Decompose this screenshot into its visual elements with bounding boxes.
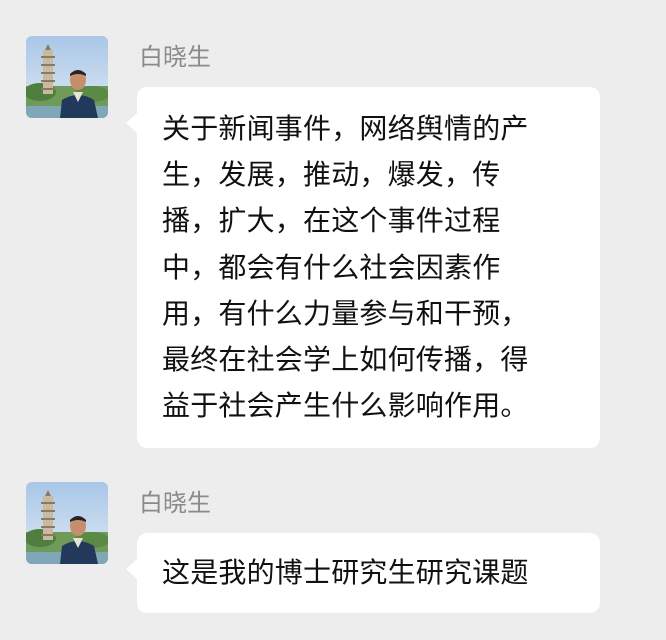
bubble-tail bbox=[126, 113, 137, 133]
message-text-line: 关于新闻事件，网络舆情的产 bbox=[162, 112, 529, 145]
sender-name: 白晓生 bbox=[139, 43, 211, 71]
message-bubble[interactable]: 这是我的博士研究生研究课题 bbox=[126, 533, 600, 613]
message-text-line: 生，发展，推动，爆发，传 bbox=[162, 158, 501, 192]
message-text-line: 中，都会有什么社会因素作 bbox=[162, 250, 501, 284]
sender-name: 白晓生 bbox=[139, 489, 211, 517]
message-text-line: 播，扩大，在这个事件过程 bbox=[162, 204, 501, 238]
message-bubble[interactable]: 关于新闻事件，网络舆情的产 生，发展，推动，爆发，传 播，扩大，在这个事件过程 … bbox=[126, 87, 600, 449]
avatar-image bbox=[26, 482, 108, 564]
message-text-line: 益于社会产生什么影响作用。 bbox=[162, 389, 529, 423]
bubble-tail bbox=[126, 559, 137, 579]
avatar-image bbox=[26, 36, 108, 118]
message-text-line: 用，有什么力量参与和干预， bbox=[162, 296, 529, 330]
message-text-line: 这是我的博士研究生研究课题 bbox=[162, 556, 529, 589]
avatar[interactable] bbox=[26, 482, 108, 564]
message-text-line: 最终在社会学上如何传播，得 bbox=[162, 343, 529, 377]
avatar[interactable] bbox=[26, 36, 108, 118]
